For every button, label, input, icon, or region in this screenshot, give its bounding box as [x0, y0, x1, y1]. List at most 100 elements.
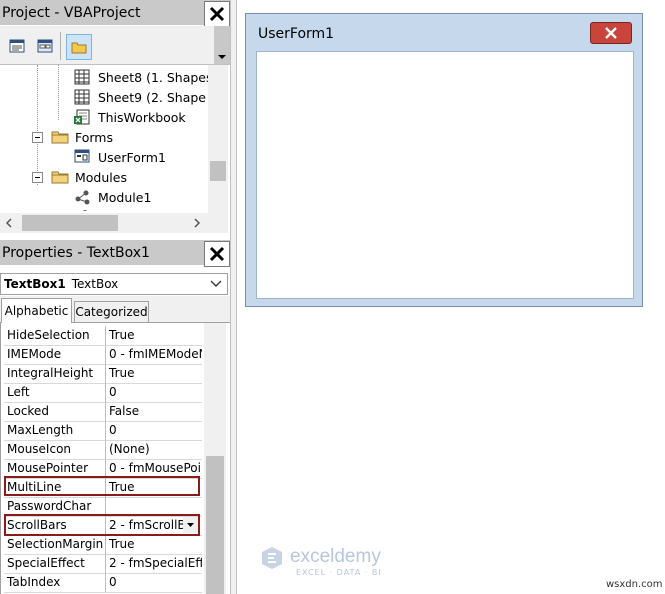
toolbar-separator — [60, 32, 61, 60]
tree-item-label: UserForm1 — [98, 149, 166, 165]
module-icon — [74, 189, 92, 205]
property-name: MaxLength — [4, 421, 106, 440]
property-value[interactable]: 2 - fmSpecialEff — [106, 554, 202, 573]
tree-item-module1[interactable]: Module1 — [74, 187, 151, 207]
folder-icon — [51, 129, 69, 145]
tree-item-label: Modules — [75, 169, 127, 185]
chevron-left-icon — [5, 218, 12, 228]
property-row[interactable]: Locked False — [4, 402, 202, 422]
folder-icon — [51, 169, 69, 185]
property-value[interactable]: True — [106, 364, 202, 383]
tree-item-modules[interactable]: Modules — [51, 167, 127, 187]
tab-label: Categorized — [75, 305, 148, 319]
tree-item-thisworkbook[interactable]: ThisWorkbook — [74, 107, 186, 127]
tab-alphabetic[interactable]: Alphabetic — [1, 298, 72, 323]
userform-window[interactable]: UserForm1 — [245, 13, 643, 307]
sheet-icon — [74, 89, 92, 105]
property-value[interactable]: 0 — [106, 421, 202, 440]
userform-close-button[interactable] — [590, 22, 632, 44]
tree-item-forms[interactable]: Forms — [51, 127, 113, 147]
sheet-icon — [74, 69, 92, 85]
tree-item-label: Sheet9 (2. Shape S — [98, 89, 218, 105]
workbook-icon — [74, 109, 92, 125]
toolbar-scrollbar[interactable] — [214, 26, 230, 64]
minus-icon — [35, 177, 40, 178]
chevron-right-icon — [194, 218, 201, 228]
project-title-text: Project - VBAProject — [2, 4, 141, 21]
chevron-down-icon — [218, 55, 226, 59]
tree-line — [37, 65, 38, 185]
watermark-logo — [259, 545, 285, 571]
module-icon-partial — [78, 207, 92, 211]
view-code-icon — [9, 39, 25, 53]
highlight-box-multiline — [4, 476, 200, 496]
collapse-toggle[interactable] — [32, 132, 43, 143]
property-row[interactable]: MouseIcon (None) — [4, 440, 202, 460]
property-value[interactable]: True — [106, 535, 202, 554]
chevron-down-icon — [210, 280, 222, 287]
property-row[interactable]: TabIndex 0 — [4, 573, 202, 593]
property-value[interactable]: 0 — [106, 573, 202, 592]
project-close-button[interactable] — [204, 1, 230, 27]
property-name: MouseIcon — [4, 440, 106, 459]
tree-horizontal-scrollbar[interactable] — [0, 213, 228, 233]
close-icon — [209, 6, 225, 22]
minus-icon — [35, 137, 40, 138]
scrollbar-thumb[interactable] — [206, 456, 224, 594]
properties-title-text: Properties - TextBox1 — [2, 244, 150, 261]
property-name: Locked — [4, 402, 106, 421]
tab-label: Alphabetic — [4, 304, 69, 318]
property-value[interactable]: True — [106, 326, 202, 345]
property-name: SpecialEffect — [4, 554, 106, 573]
property-row[interactable]: IntegralHeight True — [4, 364, 202, 384]
folder-icon — [71, 42, 87, 53]
property-row[interactable]: IMEMode 0 - fmIMEModeN — [4, 345, 202, 365]
collapse-toggle[interactable] — [32, 172, 43, 183]
tree-item-sheet8[interactable]: Sheet8 (1. Shapes — [74, 67, 213, 87]
object-type: TextBox — [71, 277, 119, 291]
property-grid-scrollbar[interactable] — [204, 323, 226, 594]
view-object-button[interactable] — [34, 35, 56, 57]
watermark-site: wsxdn.com — [606, 579, 663, 590]
object-selector-dropdown[interactable]: TextBox1 TextBox — [0, 273, 228, 295]
property-value[interactable]: (None) — [106, 440, 202, 459]
property-value[interactable]: 0 - fmIMEModeN — [106, 345, 202, 364]
properties-panel-title: Properties - TextBox1 — [0, 240, 230, 265]
object-name: TextBox1 — [4, 277, 66, 291]
tree-item-label: Sheet8 (1. Shapes — [98, 69, 213, 85]
property-row[interactable]: HideSelection True — [4, 326, 202, 346]
property-value[interactable]: 0 — [106, 383, 202, 402]
tree-item-sheet9[interactable]: Sheet9 (2. Shape S — [74, 87, 218, 107]
highlight-box-scrollbars — [4, 514, 200, 536]
scrollbar-thumb[interactable] — [210, 161, 226, 181]
property-row[interactable]: SelectionMargin True — [4, 535, 202, 555]
tree-vertical-scrollbar[interactable] — [208, 65, 228, 213]
toggle-folders-button[interactable] — [66, 34, 92, 60]
close-icon — [209, 246, 225, 262]
tree-item-label: Module1 — [98, 189, 152, 205]
tree-item-userform1[interactable]: UserForm1 — [74, 147, 166, 167]
property-row[interactable]: MaxLength 0 — [4, 421, 202, 441]
property-name: Left — [4, 383, 106, 402]
view-object-icon — [37, 39, 53, 53]
property-name: SelectionMargin — [4, 535, 106, 554]
tree-line — [58, 65, 59, 120]
userform-client-area[interactable] — [256, 51, 634, 299]
scrollbar-thumb[interactable] — [22, 215, 118, 231]
property-row[interactable]: SpecialEffect 2 - fmSpecialEff — [4, 554, 202, 574]
property-name: TabIndex — [4, 573, 106, 592]
tab-categorized[interactable]: Categorized — [74, 301, 149, 322]
watermark-tagline: EXCEL · DATA · BI — [296, 568, 382, 577]
panel-splitter[interactable] — [230, 0, 237, 594]
property-name: HideSelection — [4, 326, 106, 345]
watermark-brand: exceldemy — [290, 546, 381, 567]
close-icon — [605, 27, 617, 39]
property-value[interactable]: False — [106, 402, 202, 421]
property-row[interactable]: Left 0 — [4, 383, 202, 403]
tree-item-label: ThisWorkbook — [98, 109, 186, 125]
view-code-button[interactable] — [6, 35, 28, 57]
userform-title: UserForm1 — [258, 26, 335, 42]
property-name: IMEMode — [4, 345, 106, 364]
exceldemy-logo-icon — [262, 547, 282, 569]
properties-close-button[interactable] — [204, 241, 230, 267]
